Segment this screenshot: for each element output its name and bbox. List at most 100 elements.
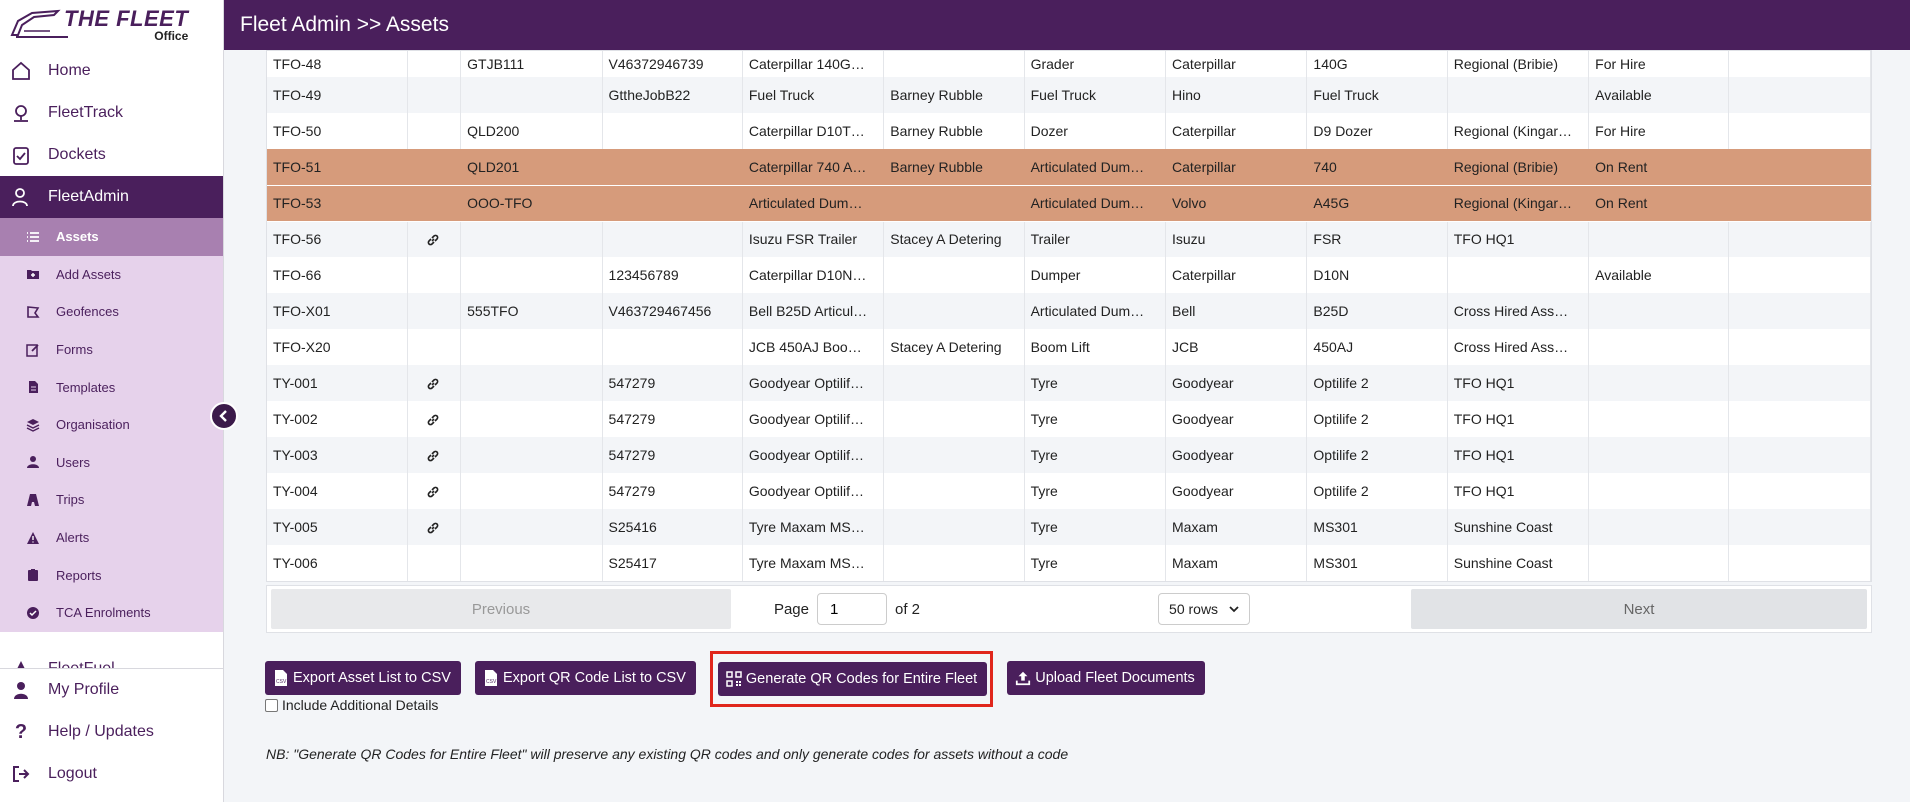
asset-extra	[1728, 437, 1871, 473]
include-details-checkbox[interactable]	[265, 698, 278, 712]
asset-extra	[1728, 113, 1871, 149]
sidebar-collapse-button[interactable]	[210, 402, 238, 430]
export-asset-csv-button[interactable]: CSV Export Asset List to CSV	[265, 661, 461, 695]
table-row[interactable]: TFO-48 GTJB111 V46372946739 Caterpillar 140…	[267, 51, 1871, 77]
asset-link[interactable]	[407, 365, 462, 401]
asset-extra	[1728, 545, 1871, 581]
asset-make: Caterpillar	[1165, 149, 1308, 186]
asset-extra	[1728, 329, 1871, 365]
table-row[interactable]: TFO-53 OOO-TFO Articulated Dum… Articulated…	[267, 185, 1871, 222]
nav-fleetfuel[interactable]: FleetFuel	[0, 652, 223, 668]
table-row[interactable]: TFO-X01 555TFO V463729467456 Bell B25D Arti…	[267, 293, 1871, 329]
table-row[interactable]: TY-006 S25417 Tyre Maxam MS… Tyre Maxam MS301…	[267, 545, 1871, 581]
clipboard-check-icon	[10, 144, 32, 166]
brand-title: THE FLEET	[64, 6, 189, 31]
table-row[interactable]: TY-002 547279 Goodyear Optilif… Tyre Goodyea…	[267, 401, 1871, 437]
nav-dockets[interactable]: Dockets	[0, 134, 223, 176]
link-icon[interactable]	[426, 449, 440, 463]
asset-model: A45G	[1306, 185, 1448, 222]
subnav-templates[interactable]: Templates	[0, 368, 223, 406]
asset-link[interactable]	[407, 509, 462, 545]
add-folder-icon	[26, 267, 40, 281]
subnav-add-assets[interactable]: Add Assets	[0, 256, 223, 294]
asset-type: Tyre	[1024, 545, 1167, 581]
asset-link[interactable]	[407, 437, 462, 473]
asset-status	[1588, 329, 1730, 365]
asset-type: Dozer	[1024, 113, 1167, 149]
subnav-organisation[interactable]: Organisation	[0, 406, 223, 444]
link-icon[interactable]	[426, 233, 440, 247]
asset-status: Available	[1588, 77, 1730, 113]
asset-link	[407, 113, 462, 149]
link-icon[interactable]	[426, 377, 440, 391]
next-button[interactable]: Next	[1411, 589, 1867, 629]
table-row[interactable]: TFO-X20 JCB 450AJ Boo… Stacey A Detering Bo…	[267, 329, 1871, 365]
table-row[interactable]: TY-004 547279 Goodyear Optilif… Tyre Goodyea…	[267, 473, 1871, 509]
rows-per-page-select[interactable]: 50 rows	[1158, 593, 1251, 625]
asset-link[interactable]	[407, 221, 462, 257]
asset-extra	[1728, 185, 1871, 222]
subnav-reports-label: Reports	[56, 567, 102, 583]
asset-id: TY-001	[267, 365, 408, 401]
upload-fleet-documents-button[interactable]: Upload Fleet Documents	[1007, 661, 1205, 695]
asset-link	[407, 185, 462, 222]
nav-help[interactable]: ? Help / Updates	[0, 711, 223, 753]
user-icon	[26, 455, 40, 469]
generate-qr-codes-button[interactable]: Generate QR Codes for Entire Fleet	[717, 662, 988, 696]
link-icon[interactable]	[426, 413, 440, 427]
page-number-input[interactable]	[817, 593, 887, 625]
subnav-trips[interactable]: Trips	[0, 481, 223, 519]
link-icon[interactable]	[426, 521, 440, 535]
asset-operator	[883, 293, 1025, 329]
chevron-down-icon	[1229, 606, 1239, 613]
brand-logo[interactable]: THE FLEET Office	[0, 0, 223, 50]
asset-operator	[883, 365, 1025, 401]
table-row[interactable]: TFO-49 GttheJobB22 Fuel Truck Barney Rubble…	[267, 77, 1871, 113]
nav-home[interactable]: Home	[0, 50, 223, 92]
asset-make: Caterpillar	[1165, 51, 1308, 77]
map-pin-icon	[10, 102, 32, 124]
nav-fleetadmin-label: FleetAdmin	[48, 188, 129, 205]
export-qr-csv-button[interactable]: CSV Export QR Code List to CSV	[474, 661, 696, 695]
nav-my-profile[interactable]: My Profile	[0, 669, 223, 711]
nav-logout-label: Logout	[48, 765, 97, 782]
user-gear-icon	[10, 186, 32, 208]
asset-location	[1447, 77, 1590, 113]
table-row[interactable]: TFO-51 QLD201 Caterpillar 740 A… Barney Rub…	[267, 149, 1871, 186]
truck-logo-icon	[10, 9, 68, 38]
asset-serial: V463729467456	[602, 293, 743, 329]
subnav-tca-enrolments[interactable]: TCA Enrolments	[0, 594, 223, 632]
subnav-assets[interactable]: Assets	[0, 218, 223, 256]
table-row[interactable]: TFO-50 QLD200 Caterpillar D10T… Barney Rubb…	[267, 113, 1871, 149]
asset-id: TFO-53	[267, 185, 408, 222]
include-details-option[interactable]: Include Additional Details	[265, 697, 438, 713]
nav-fleetadmin[interactable]: FleetAdmin	[0, 176, 223, 218]
asset-operator	[883, 509, 1025, 545]
table-row[interactable]: TFO-56 Isuzu FSR Trailer Stacey A Detering…	[267, 221, 1871, 257]
asset-description: Caterpillar 140G…	[742, 51, 885, 77]
table-row[interactable]: TY-005 S25416 Tyre Maxam MS… Tyre Maxam MS301…	[267, 509, 1871, 545]
asset-link[interactable]	[407, 473, 462, 509]
asset-make: Isuzu	[1165, 221, 1308, 257]
table-row[interactable]: TFO-66 123456789 Caterpillar D10N… Dumper Ca…	[267, 257, 1871, 293]
nav-logout[interactable]: Logout	[0, 753, 223, 795]
subnav-forms[interactable]: Forms	[0, 331, 223, 369]
link-icon[interactable]	[426, 485, 440, 499]
asset-type: Articulated Dum…	[1024, 149, 1167, 186]
asset-make: Maxam	[1165, 545, 1308, 581]
asset-type: Fuel Truck	[1024, 77, 1167, 113]
table-row[interactable]: TY-001 547279 Goodyear Optilif… Tyre Goodyea…	[267, 365, 1871, 401]
asset-link[interactable]	[407, 401, 462, 437]
table-row[interactable]: TY-003 547279 Goodyear Optilif… Tyre Goodyea…	[267, 437, 1871, 473]
asset-location: Cross Hired Ass…	[1447, 293, 1590, 329]
previous-button[interactable]: Previous	[271, 589, 731, 629]
asset-rego	[460, 77, 603, 113]
asset-model: 140G	[1306, 51, 1448, 77]
asset-description: Caterpillar D10N…	[742, 257, 885, 293]
subnav-reports[interactable]: Reports	[0, 556, 223, 594]
asset-serial: 123456789	[602, 257, 743, 293]
subnav-geofences[interactable]: Geofences	[0, 293, 223, 331]
nav-fleettrack[interactable]: FleetTrack	[0, 92, 223, 134]
subnav-alerts[interactable]: Alerts	[0, 519, 223, 557]
subnav-users[interactable]: Users	[0, 444, 223, 482]
